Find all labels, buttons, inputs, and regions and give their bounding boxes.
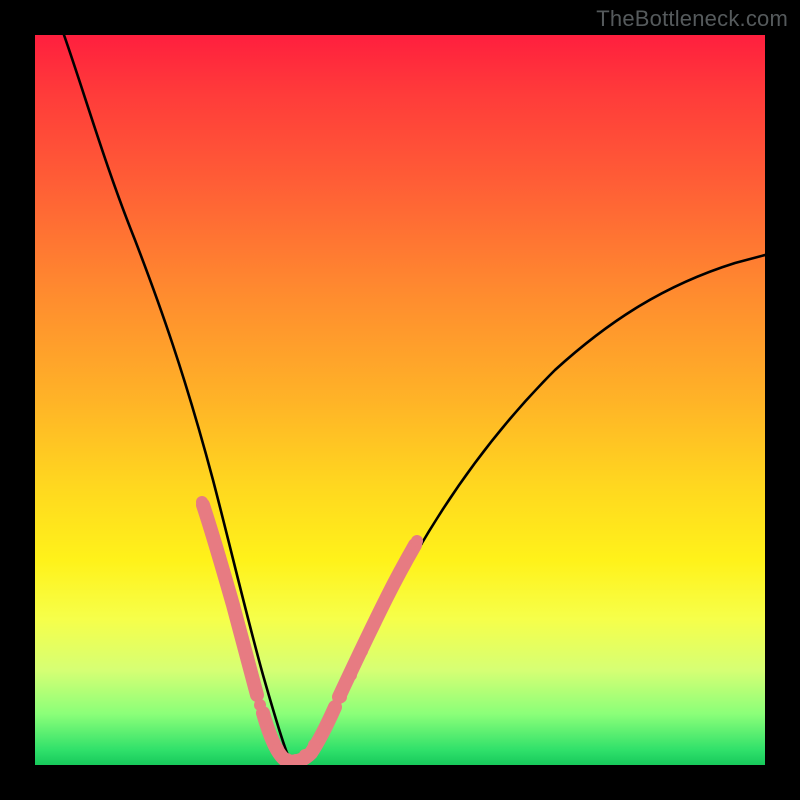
outer-frame: TheBottleneck.com [0, 0, 800, 800]
watermark-text: TheBottleneck.com [596, 6, 788, 32]
bottleneck-curve [64, 35, 765, 762]
plot-area [35, 35, 765, 765]
marker-dots [196, 496, 423, 765]
chart-svg [35, 35, 765, 765]
